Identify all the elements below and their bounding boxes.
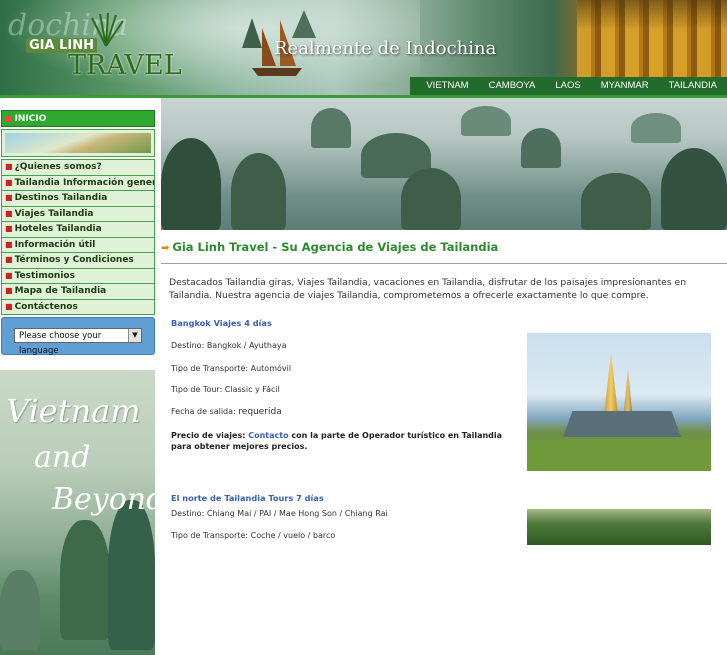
sidebar-item-label: Tailandia Información general xyxy=(14,177,155,188)
sidebar-item-label: Viajes Tailandia xyxy=(14,208,94,219)
rock-shape xyxy=(60,520,110,640)
tour-transport: Tipo de Transporte: Coche / vuelo / barc… xyxy=(171,531,336,540)
sidebar-item-label: Contáctenos xyxy=(14,301,78,312)
title-divider xyxy=(161,263,727,264)
sidebar-item-hoteles[interactable]: ■ Hoteles Tailandia xyxy=(1,222,155,238)
island-shape xyxy=(521,128,561,168)
temple-hall-shape xyxy=(563,411,681,437)
top-navigation: VIETNAM CAMBOYA LAOS MYANMAR TAILANDIA xyxy=(410,77,727,95)
sidebar-item-informacion-general[interactable]: ■ Tailandia Información general xyxy=(1,175,155,191)
sidebar-item-terminos[interactable]: ■ Términos y Condiciones xyxy=(1,253,155,269)
tour-price-prefix: Precio de viajes: xyxy=(171,431,249,440)
sidebar-item-label: Hoteles Tailandia xyxy=(14,224,102,234)
island-shape xyxy=(631,113,681,143)
island-shape xyxy=(231,153,286,230)
halong-bay-hero-image xyxy=(161,98,727,230)
island-shape xyxy=(311,108,351,148)
header-tagline: Realmente de Indochina xyxy=(274,38,497,59)
sidebar-item-testimonios[interactable]: ■ Testimonios xyxy=(1,268,155,284)
header-banner: dochina GIA LINH TRAVEL Realmente de Ind… xyxy=(0,0,727,95)
island-shape xyxy=(661,148,727,230)
bullet-icon: ■ xyxy=(5,162,13,171)
sidebar-item-inicio[interactable]: ■ INICIO xyxy=(1,110,155,127)
sidebar-item-viajes[interactable]: ■ Viajes Tailandia xyxy=(1,206,155,222)
island-shape xyxy=(461,106,511,136)
bullet-icon: ■ xyxy=(5,239,13,249)
buddha-statues-image xyxy=(577,0,727,80)
language-select-value: Please choose your language xyxy=(19,331,102,356)
sidebar-item-quienes-somos[interactable]: ■ ¿Quienes somos? xyxy=(1,159,155,176)
lawn-shape xyxy=(527,439,711,471)
nav-vietnam[interactable]: VIETNAM xyxy=(410,77,478,95)
page-title: ➡ Gia Linh Travel - Su Agencia de Viajes … xyxy=(161,240,498,254)
logo-bottom-text: TRAVEL xyxy=(68,50,182,81)
banner-text-line2: and xyxy=(34,440,91,475)
tour-price: Precio de viajes: Contacto con la parte … xyxy=(171,430,521,452)
sidebar-item-mapa[interactable]: ■ Mapa de Tailandia xyxy=(1,284,155,300)
bullet-icon: ■ xyxy=(5,224,13,233)
sidebar-item-label: ¿Quienes somos? xyxy=(14,162,102,172)
sidebar-item-label: Mapa de Tailandia xyxy=(14,286,107,296)
bullet-icon: ■ xyxy=(5,193,13,202)
bullet-icon: ■ xyxy=(5,286,13,295)
page-title-text: Gia Linh Travel - Su Agencia de Viajes d… xyxy=(172,240,499,254)
island-shape xyxy=(581,173,651,230)
nav-camboya[interactable]: CAMBOYA xyxy=(479,77,546,95)
nav-laos[interactable]: LAOS xyxy=(545,77,590,95)
sidebar-item-contactenos[interactable]: ■ Contáctenos xyxy=(1,299,155,315)
nav-myanmar[interactable]: MYANMAR xyxy=(591,77,659,95)
sidebar-item-label: Términos y Condiciones xyxy=(14,255,134,265)
main-content: ➡ Gia Linh Travel - Su Agencia de Viajes … xyxy=(161,98,727,545)
grand-palace-photo[interactable] xyxy=(527,333,711,471)
banner-text-line3: Beyond xyxy=(52,482,155,517)
bullet-icon: ■ xyxy=(5,114,13,123)
tour-type: Tipo de Tour: Classic y Fácil xyxy=(171,385,280,394)
bullet-icon: ■ xyxy=(5,270,13,280)
bullet-icon: ■ xyxy=(5,301,13,311)
tour-destination: Destino: Chiang Mai / PAI / Mae Hong Son… xyxy=(171,509,388,518)
bullet-icon: ■ xyxy=(5,255,13,264)
intro-paragraph: Destacados Tailandia giras, Viajes Taila… xyxy=(169,277,687,301)
beach-image xyxy=(5,133,151,153)
vietnam-beyond-banner[interactable]: Vietnam and Beyond xyxy=(0,370,155,655)
sidebar-item-informacion-util[interactable]: ■ Información útil xyxy=(1,237,155,253)
tour-departure-label: Fecha de salida: xyxy=(171,407,239,416)
sidebar-item-label: Información útil xyxy=(14,239,96,250)
tour-title-link[interactable]: Bangkok Viajes 4 días xyxy=(171,318,272,328)
bullet-icon: ■ xyxy=(5,208,13,218)
sidebar-beach-banner[interactable] xyxy=(1,129,155,157)
tour-title-link[interactable]: El norte de Tailandia Tours 7 días xyxy=(171,493,324,503)
tour-transport: Tipo de Transporte: Automóvil xyxy=(171,364,292,373)
language-select[interactable]: Please choose your language ▼ xyxy=(14,328,142,356)
island-shape xyxy=(401,168,461,230)
contact-link[interactable]: Contacto xyxy=(248,431,288,440)
rock-shape xyxy=(0,570,40,650)
bullet-icon: ■ xyxy=(5,177,13,187)
sidebar-item-label: Destinos Tailandia xyxy=(14,193,108,203)
banner-text-line1: Vietnam xyxy=(6,392,141,430)
sidebar: ■ INICIO ■ ¿Quienes somos? ■ Tailandia Info… xyxy=(0,110,155,655)
northern-thailand-photo[interactable] xyxy=(527,509,711,545)
sidebar-item-label: INICIO xyxy=(14,114,47,124)
tour-departure-value: requerida xyxy=(238,407,282,417)
nav-tailandia[interactable]: TAILANDIA xyxy=(659,77,727,95)
sidebar-item-label: Testimonios xyxy=(14,270,75,281)
sidebar-item-destinos[interactable]: ■ Destinos Tailandia xyxy=(1,191,155,207)
tour-departure: Fecha de salida: requerida xyxy=(171,407,282,417)
arrow-right-icon: ➡ xyxy=(161,243,170,254)
chevron-down-icon[interactable]: ▼ xyxy=(128,329,141,342)
island-shape xyxy=(161,138,221,230)
rock-shape xyxy=(108,500,155,650)
language-box: Please choose your language ▼ xyxy=(1,317,155,356)
tour-destination: Destino: Bangkok / Ayuthaya xyxy=(171,341,287,350)
